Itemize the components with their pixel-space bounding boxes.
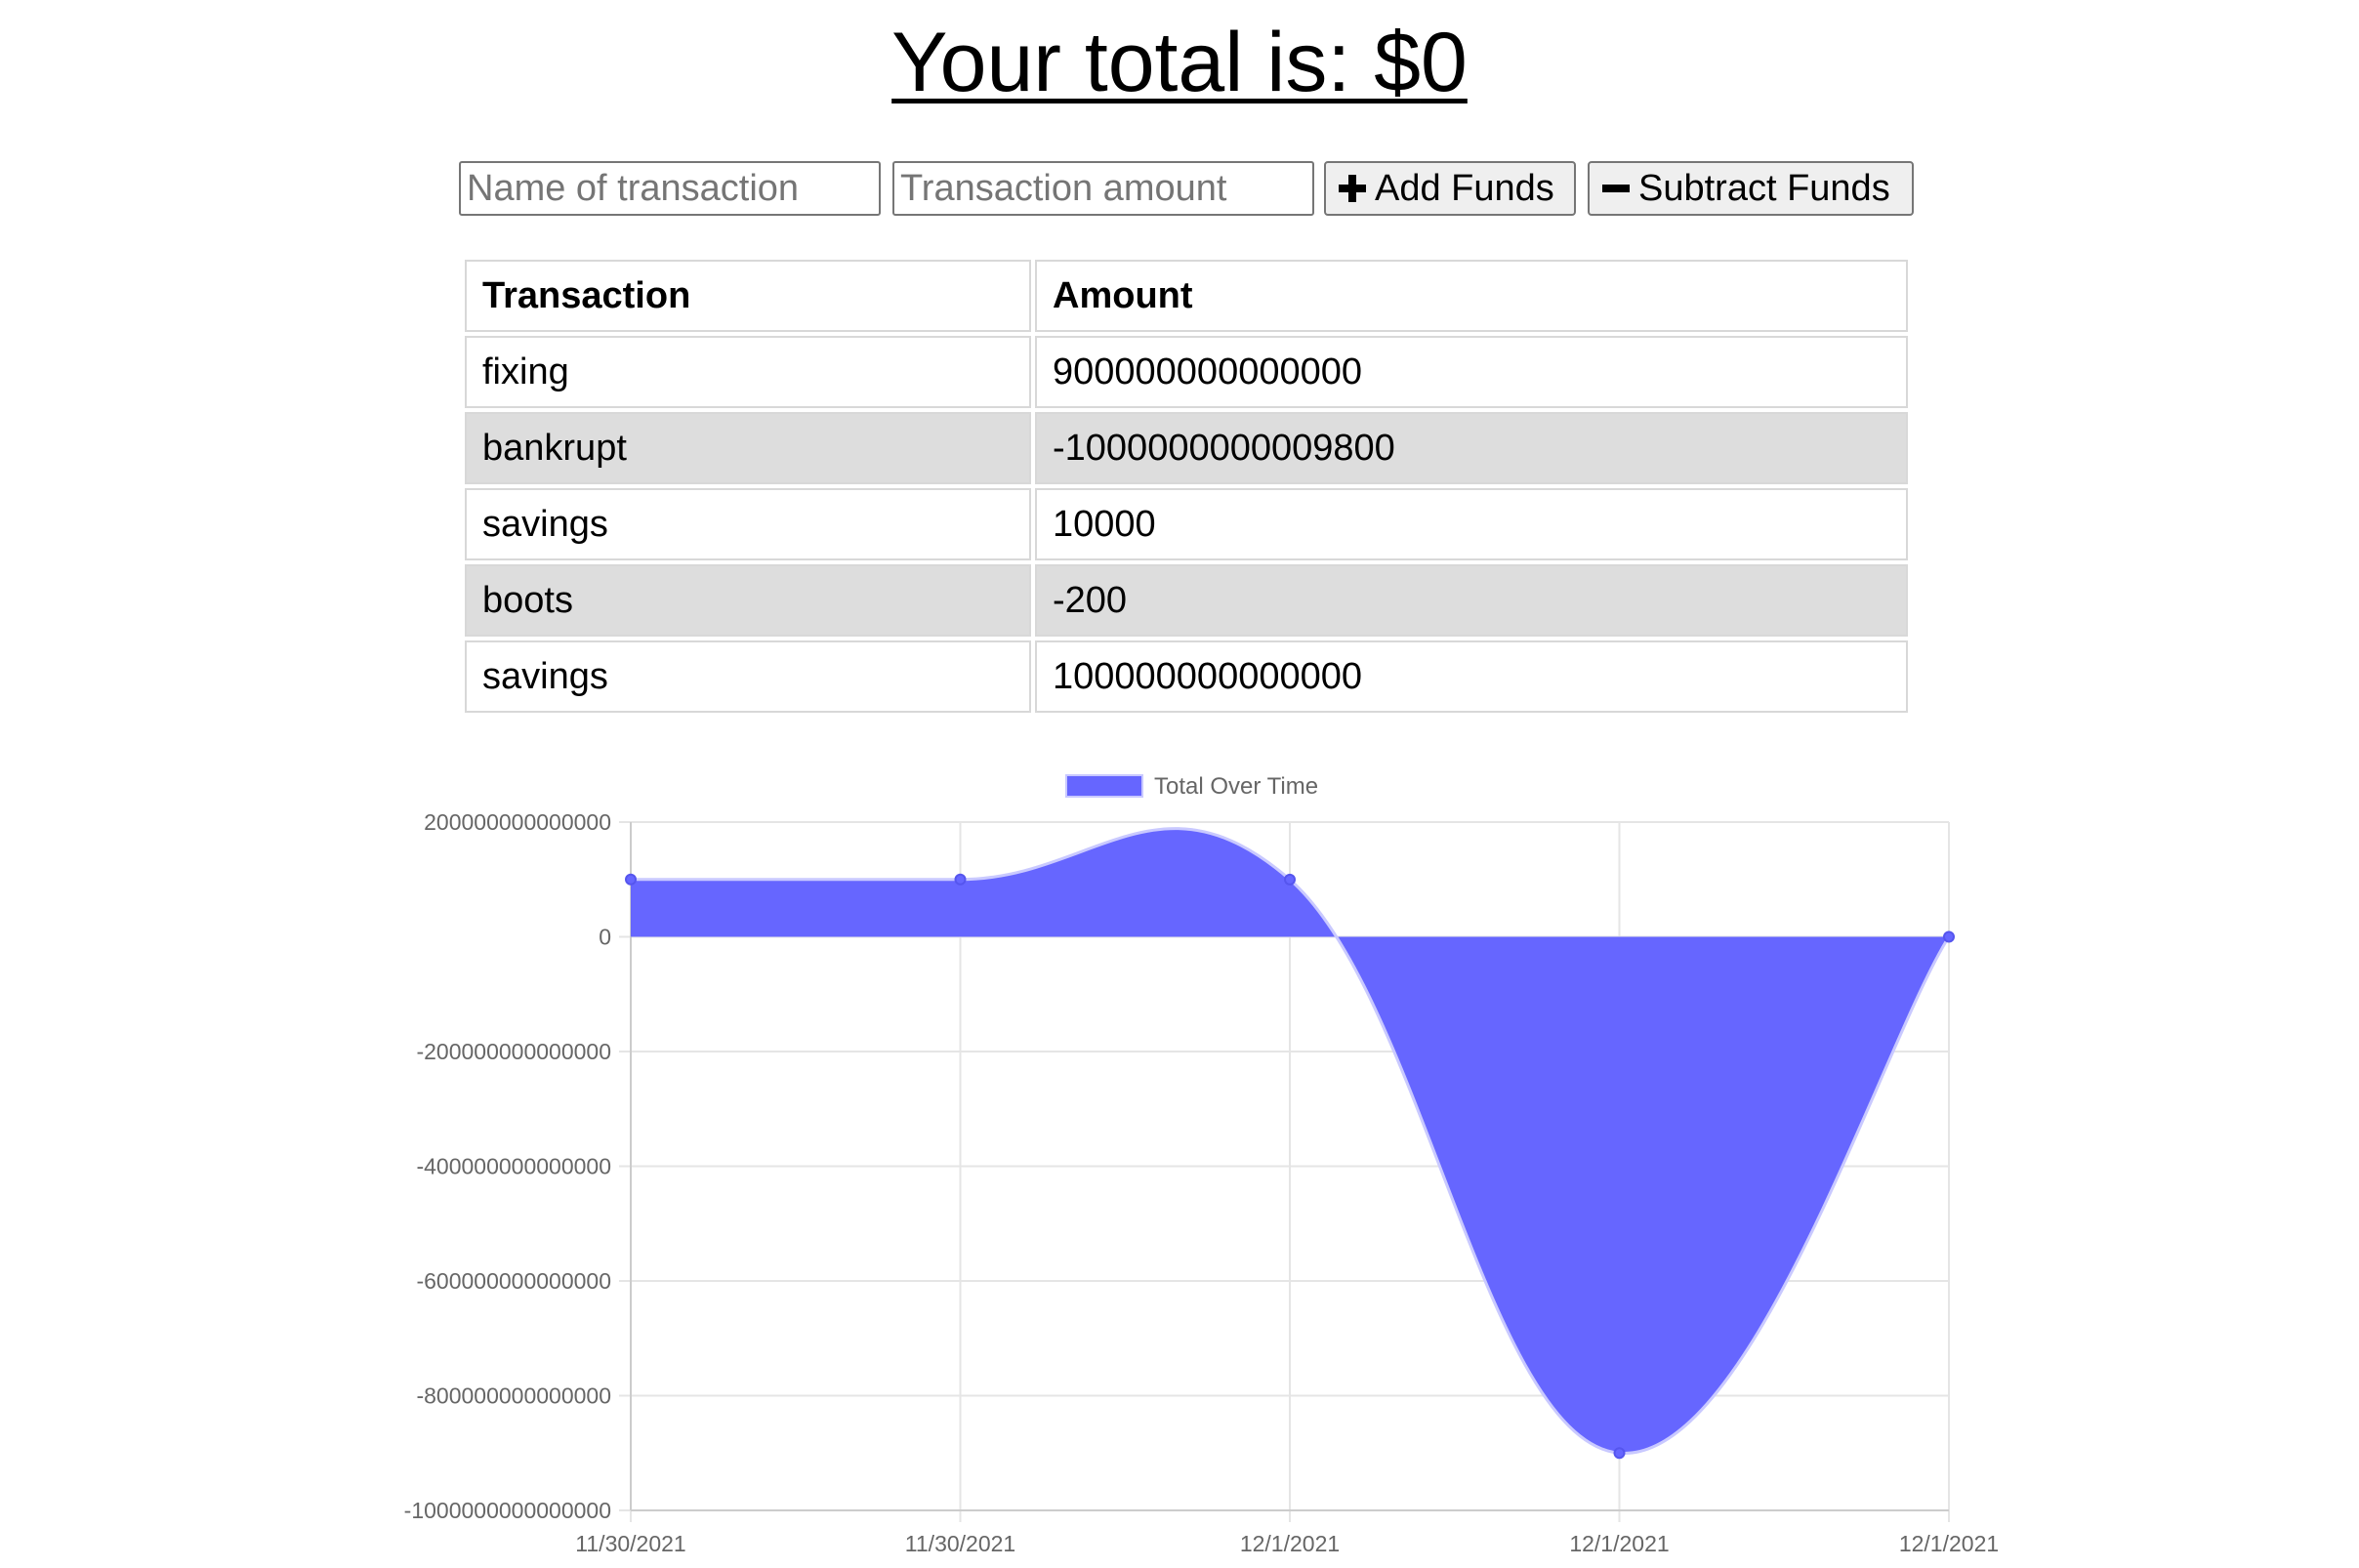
x-tick-label: 12/1/2021 (1240, 1531, 1340, 1556)
budget-tracker-page: Your total is: $0 Add Funds Subtract Fun… (0, 0, 2359, 1568)
y-tick-label: 200000000000000 (424, 809, 611, 835)
row-name: savings (465, 640, 1031, 713)
y-tick-label: -1000000000000000 (404, 1498, 611, 1523)
row-name: savings (465, 488, 1031, 560)
table-row: bankrupt -1000000000009800 (465, 412, 1908, 484)
y-tick-label: -600000000000000 (416, 1268, 611, 1294)
add-funds-label: Add Funds (1375, 167, 1554, 209)
table-row: savings 100000000000000 (465, 640, 1908, 713)
data-point (1613, 1447, 1626, 1460)
y-tick-label: 0 (599, 925, 611, 950)
y-tick-label: -400000000000000 (416, 1154, 611, 1179)
row-amount: -1000000000009800 (1035, 412, 1908, 484)
transactions-table: Transaction Amount fixing 90000000000000… (461, 256, 1912, 717)
subtract-funds-button[interactable]: Subtract Funds (1588, 161, 1914, 216)
row-amount: 100000000000000 (1035, 640, 1908, 713)
table-row: boots -200 (465, 564, 1908, 637)
row-amount: 900000000000000 (1035, 336, 1908, 408)
legend-label: Total Over Time (1154, 773, 1318, 800)
x-tick-label: 12/1/2021 (1569, 1531, 1669, 1556)
subtract-funds-label: Subtract Funds (1638, 167, 1890, 209)
x-tick-label: 12/1/2021 (1899, 1531, 1999, 1556)
row-name: fixing (465, 336, 1031, 408)
y-tick-label: -200000000000000 (416, 1039, 611, 1064)
x-tick-label: 11/30/2021 (905, 1531, 1015, 1556)
data-point (1284, 873, 1296, 886)
transaction-amount-input[interactable] (892, 161, 1314, 216)
header-amount: Amount (1035, 260, 1908, 332)
total-prefix: Your total is: $ (891, 16, 1421, 109)
row-name: bankrupt (465, 412, 1031, 484)
data-point (954, 873, 967, 886)
row-name: boots (465, 564, 1031, 637)
data-point (1943, 930, 1955, 943)
x-tick-label: 11/30/2021 (575, 1531, 685, 1556)
table-row: savings 10000 (465, 488, 1908, 560)
header-transaction: Transaction (465, 260, 1031, 332)
plus-icon (1339, 175, 1366, 202)
row-amount: 10000 (1035, 488, 1908, 560)
table-row: fixing 900000000000000 (465, 336, 1908, 408)
row-amount: -200 (1035, 564, 1908, 637)
y-tick-label: -800000000000000 (416, 1383, 611, 1409)
legend-swatch (1065, 774, 1143, 798)
transaction-form: Add Funds Subtract Funds (459, 161, 1914, 216)
minus-icon (1602, 185, 1630, 192)
total-over-time-chart: 200000000000000 0 -200000000000000 -4000000… (404, 773, 1999, 1556)
total-heading: Your total is: $0 (0, 14, 2359, 111)
table-header-row: Transaction Amount (465, 260, 1908, 332)
total-value: 0 (1420, 16, 1468, 109)
add-funds-button[interactable]: Add Funds (1324, 161, 1576, 216)
transaction-name-input[interactable] (459, 161, 881, 216)
data-point (625, 873, 637, 886)
